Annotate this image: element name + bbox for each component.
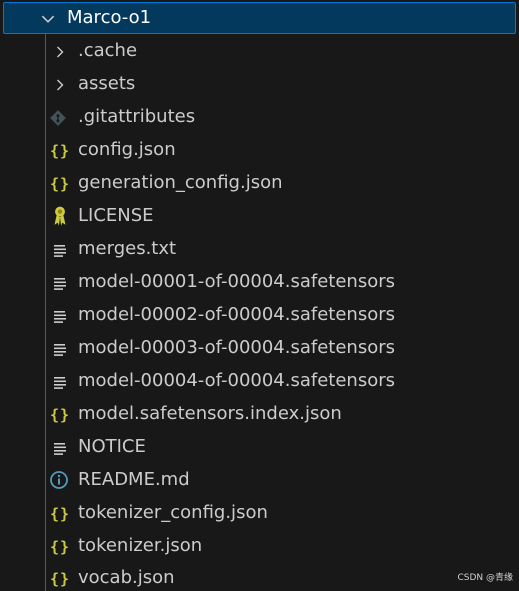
tree-item-model-00004-safetensors[interactable]: model-00004-of-00004.safetensors [0,365,519,398]
tree-item-tokenizer-config-json[interactable]: {} tokenizer_config.json [0,497,519,530]
tree-item-label: config.json [78,139,176,160]
tree-item-generation-config-json[interactable]: {} generation_config.json [0,167,519,200]
json-icon: {} [49,505,71,523]
chevron-right-icon [48,73,72,97]
tree-item-label: model-00003-of-00004.safetensors [78,337,396,358]
tree-item-tokenizer-json[interactable]: {} tokenizer.json [0,530,519,563]
text-file-icon [48,337,72,361]
tree-item-label: assets [78,73,136,94]
tree-item-config-json[interactable]: {} config.json [0,134,519,167]
chevron-down-icon[interactable] [39,10,57,28]
tree-item-label: tokenizer.json [78,535,203,556]
text-file-icon [48,370,72,394]
file-explorer: Marco-o1 .cache assets .gitattributes {}… [0,0,519,591]
tree-item-label: .gitattributes [78,106,196,127]
tree-item-model-00002-safetensors[interactable]: model-00002-of-00004.safetensors [0,299,519,332]
json-icon: {} [49,142,71,160]
watermark: CSDN @青缘 [457,573,513,583]
tree-item-model-00003-safetensors[interactable]: model-00003-of-00004.safetensors [0,332,519,365]
info-icon [47,468,71,492]
tree-item-vocab-json[interactable]: {} vocab.json [0,563,519,591]
tree-item-label: model-00002-of-00004.safetensors [78,304,396,325]
json-icon: {} [49,406,71,424]
tree-item-model-00001-safetensors[interactable]: model-00001-of-00004.safetensors [0,266,519,299]
tree-item-label: LICENSE [78,205,154,226]
tree-item-label: merges.txt [78,238,177,259]
text-file-icon [48,271,72,295]
tree-item-gitattributes[interactable]: .gitattributes [0,101,519,134]
tree-item-label: NOTICE [78,436,146,457]
tree-root-marco-o1[interactable]: Marco-o1 [3,2,516,34]
chevron-right-icon [48,40,72,64]
tree-item-readme-md[interactable]: README.md [0,464,519,497]
tree-item-assets-folder[interactable]: assets [0,68,519,101]
tree-item-label: tokenizer_config.json [78,502,268,523]
json-icon: {} [49,175,71,193]
tree-root-label: Marco-o1 [67,7,152,28]
tree-item-notice[interactable]: NOTICE [0,431,519,464]
tree-item-label: README.md [78,469,190,490]
tree-item-label: model-00004-of-00004.safetensors [78,370,396,391]
license-icon [48,204,72,228]
tree-item-label: vocab.json [78,567,175,588]
tree-item-cache-folder[interactable]: .cache [0,35,519,68]
json-icon: {} [49,570,71,588]
tree-item-label: model.safetensors.index.json [78,403,342,424]
tree-item-label: .cache [78,40,138,61]
json-icon: {} [49,538,71,556]
tree-item-label: model-00001-of-00004.safetensors [78,271,396,292]
tree-item-model-safetensors-index-json[interactable]: {} model.safetensors.index.json [0,398,519,431]
text-file-icon [48,304,72,328]
tree-item-label: generation_config.json [78,172,283,193]
text-file-icon [48,238,72,262]
git-icon [46,106,70,130]
tree-item-license[interactable]: LICENSE [0,200,519,233]
text-file-icon [48,436,72,460]
tree-item-merges-txt[interactable]: merges.txt [0,233,519,266]
